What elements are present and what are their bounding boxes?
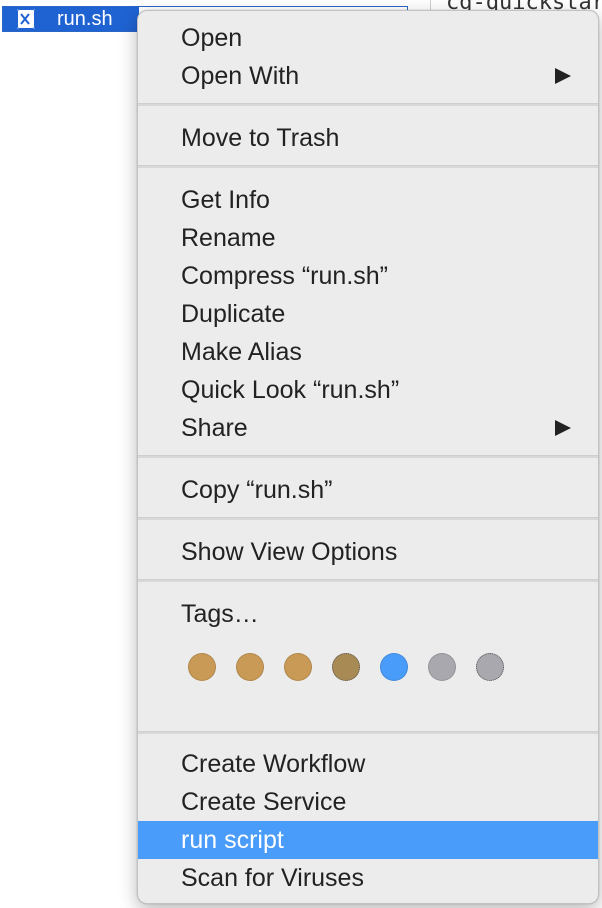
menu-separator (138, 517, 598, 520)
tag-color-dot-1[interactable] (188, 653, 216, 681)
menu-item-create-workflow[interactable]: Create Workflow (138, 745, 598, 783)
menu-item-label: Move to Trash (181, 124, 340, 152)
menu-item-scan-for-viruses[interactable]: Scan for Viruses (138, 859, 598, 897)
context-menu: Open Open With Move to Trash Get Info Re… (137, 10, 599, 904)
menu-separator (138, 165, 598, 168)
menu-item-label: run script (181, 826, 284, 854)
menu-item-label: Copy “run.sh” (181, 476, 333, 504)
menu-item-rename[interactable]: Rename (138, 219, 598, 257)
menu-separator (138, 103, 598, 106)
menu-item-label: Get Info (181, 186, 270, 214)
tag-color-dot-3[interactable] (284, 653, 312, 681)
menu-item-label: Create Workflow (181, 750, 366, 778)
menu-item-make-alias[interactable]: Make Alias (138, 333, 598, 371)
menu-item-share[interactable]: Share (138, 409, 598, 447)
menu-item-label: Open With (181, 62, 300, 90)
menu-item-move-to-trash[interactable]: Move to Trash (138, 119, 598, 157)
menu-item-label: Duplicate (181, 300, 286, 328)
script-file-icon (17, 9, 35, 29)
menu-item-tags[interactable]: Tags… (138, 595, 598, 633)
submenu-arrow-icon (554, 409, 572, 447)
menu-item-show-view-options[interactable]: Show View Options (138, 533, 598, 571)
menu-separator (138, 731, 598, 734)
menu-item-label: Make Alias (181, 338, 302, 366)
menu-item-get-info[interactable]: Get Info (138, 181, 598, 219)
menu-separator (138, 579, 598, 582)
menu-item-run-script[interactable]: run script (138, 821, 598, 859)
menu-item-label: Quick Look “run.sh” (181, 376, 400, 404)
file-name: run.sh (57, 8, 113, 30)
submenu-arrow-icon (554, 57, 572, 95)
menu-item-label: Create Service (181, 788, 347, 816)
menu-item-duplicate[interactable]: Duplicate (138, 295, 598, 333)
tag-color-dot-6[interactable] (428, 653, 456, 681)
menu-item-compress[interactable]: Compress “run.sh” (138, 257, 598, 295)
menu-item-label: Rename (181, 224, 276, 252)
tag-color-dot-2[interactable] (236, 653, 264, 681)
menu-item-label: Compress “run.sh” (181, 262, 388, 290)
menu-item-create-service[interactable]: Create Service (138, 783, 598, 821)
menu-item-label: Show View Options (181, 538, 398, 566)
menu-item-copy[interactable]: Copy “run.sh” (138, 471, 598, 509)
menu-item-label: Open (181, 24, 243, 52)
tag-color-dot-7[interactable] (476, 653, 504, 681)
menu-item-label: Tags… (181, 600, 259, 628)
menu-item-label: Share (181, 414, 248, 442)
tag-color-dot-4[interactable] (332, 653, 360, 681)
menu-item-open[interactable]: Open (138, 19, 598, 57)
tag-color-dot-5[interactable] (380, 653, 408, 681)
menu-item-label: Scan for Viruses (181, 864, 364, 892)
menu-item-open-with[interactable]: Open With (138, 57, 598, 95)
menu-item-quick-look[interactable]: Quick Look “run.sh” (138, 371, 598, 409)
menu-separator (138, 455, 598, 458)
